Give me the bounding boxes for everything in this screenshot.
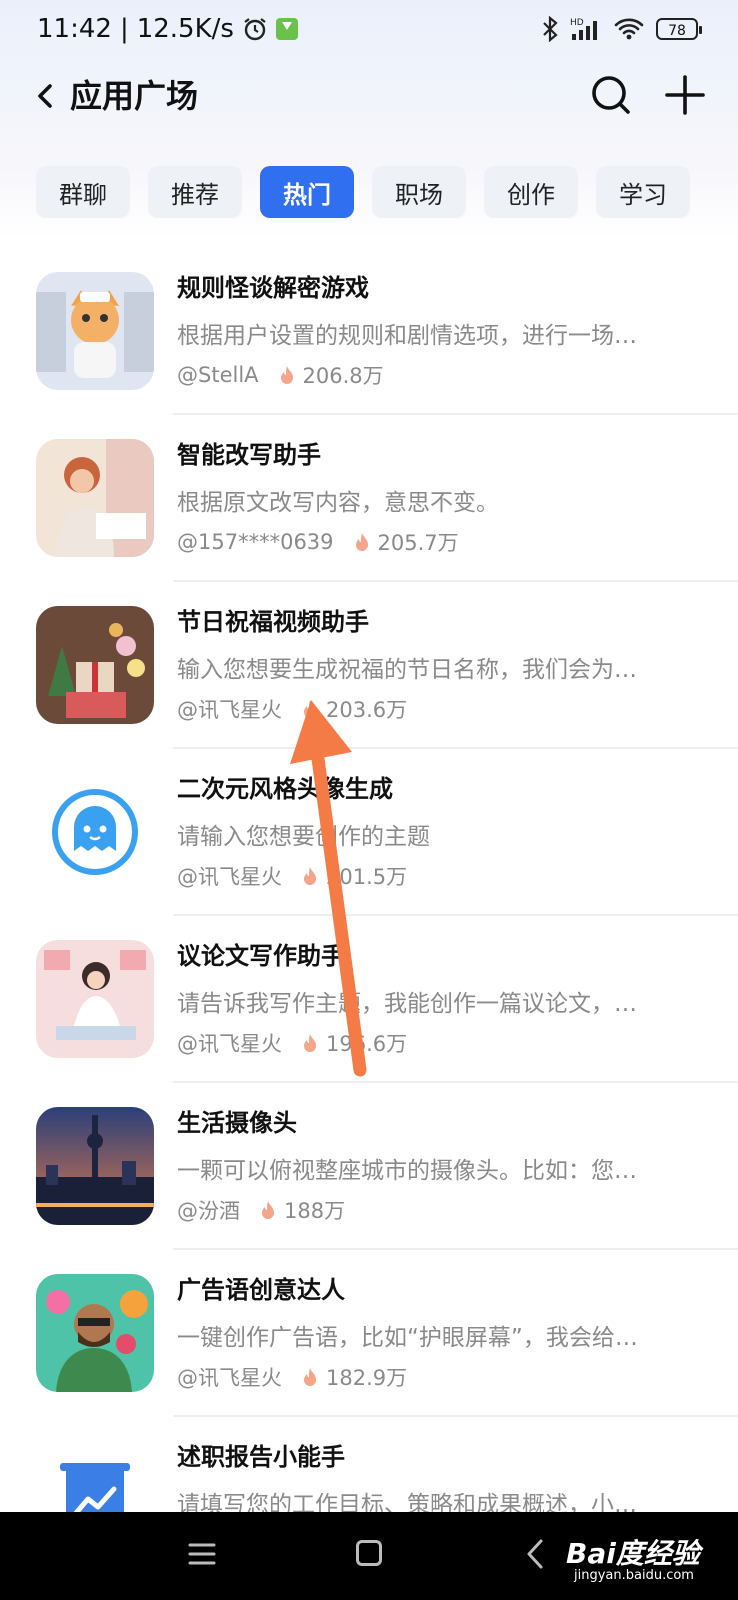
app-author: @讯飞星火 [177,1366,282,1390]
app-description: 请告诉我写作主题，我能创作一篇议论文，… [177,991,637,1017]
app-heat: 201.5万 [326,865,408,889]
app-meta: @汾酒 188万 [177,1195,345,1225]
app-heat: 205.7万 [377,531,459,555]
app-meta: @讯飞星火 203.6万 [177,694,407,724]
app-list: 规则怪谈解密游戏 根据用户设置的规则和剧情选项，进行一场… @StellA 20… [0,248,738,1584]
app-author: @汾酒 [177,1199,240,1223]
flame-icon [262,1201,274,1219]
search-icon[interactable] [588,72,634,118]
app-meta: @讯飞星火 201.5万 [177,861,407,891]
app-description: 一键创作广告语，比如“护眼屏幕”，我会给… [177,1325,638,1351]
app-title: 节日祝福视频助手 [177,608,369,636]
tab-popular[interactable]: 热门 [260,166,354,218]
baidu-watermark: Bai度经验 jingyan.baidu.com [566,1532,716,1588]
nav-back-icon[interactable] [525,1538,545,1570]
app-author: @157****0639 [177,530,334,554]
tab-recommended[interactable]: 推荐 [148,166,242,218]
app-heat: 196.6万 [326,1032,408,1056]
app-heat: 203.6万 [326,698,408,722]
list-item[interactable]: 规则怪谈解密游戏 根据用户设置的规则和剧情选项，进行一场… @StellA 20… [0,248,738,415]
app-meta: @StellA 206.8万 [177,360,384,390]
signal-icon: HD [570,18,597,40]
watermark-brand: Bai度经验 [566,1537,700,1570]
app-heat: 206.8万 [302,364,384,388]
app-thumbnail [36,272,154,390]
app-author: @讯飞星火 [177,698,282,722]
status-net-speed: 12.5K/s [136,14,234,44]
app-thumbnail [36,1274,154,1392]
tab-workplace[interactable]: 职场 [372,166,466,218]
list-item[interactable]: 生活摄像头 一颗可以俯视整座城市的摄像头。比如：您… @汾酒 188万 [0,1083,738,1250]
app-thumbnail [36,773,154,891]
app-heat: 188万 [284,1199,346,1223]
app-author: @StellA [177,363,259,387]
app-title: 述职报告小能手 [177,1443,345,1471]
status-time: 11:42 [37,14,112,44]
app-description: 一颗可以俯视整座城市的摄像头。比如：您… [177,1158,637,1184]
app-thumbnail [36,940,154,1058]
app-title: 广告语创意达人 [177,1276,345,1304]
tab-learning[interactable]: 学习 [596,166,690,218]
app-title: 智能改写助手 [177,441,321,469]
list-item[interactable]: 智能改写助手 根据原文改写内容，意思不变。 @157****0639 205.7… [0,415,738,582]
list-item[interactable]: 节日祝福视频助手 输入您想要生成祝福的节日名称，我们会为… @讯飞星火 203.… [0,582,738,749]
flame-icon [304,700,316,718]
menu-icon[interactable] [188,1542,216,1566]
tab-group-chat[interactable]: 群聊 [36,166,130,218]
flame-icon [280,366,293,384]
watermark-url: jingyan.baidu.com [574,1568,694,1583]
alarm-icon [244,18,266,41]
app-description: 输入您想要生成祝福的节日名称，我们会为… [177,657,637,683]
app-title: 规则怪谈解密游戏 [177,274,369,302]
app-heat: 182.9万 [326,1366,408,1390]
bluetooth-icon [543,16,558,42]
app-title: 议论文写作助手 [177,942,345,970]
app-title: 生活摄像头 [177,1109,297,1137]
back-icon[interactable] [30,76,58,116]
app-author: @讯飞星火 [177,1032,282,1056]
app-title: 二次元风格头像生成 [177,775,393,803]
app-meta: @讯飞星火 196.6万 [177,1028,407,1058]
app-description: 根据原文改写内容，意思不变。 [177,490,499,516]
app-thumbnail [36,439,154,557]
download-notification-icon [275,18,298,40]
app-description: 请输入您想要创作的主题 [177,824,430,850]
flame-icon [304,867,316,885]
flame-icon [304,1034,316,1052]
list-item[interactable]: 二次元风格头像生成 请输入您想要创作的主题 @讯飞星火 201.5万 [0,749,738,916]
app-meta: @157****0639 205.7万 [177,527,459,557]
list-item[interactable]: 广告语创意达人 一键创作广告语，比如“护眼屏幕”，我会给… @讯飞星火 182.… [0,1250,738,1417]
home-icon[interactable] [356,1540,382,1566]
app-author: @讯飞星火 [177,865,282,889]
status-bar: 11:42 | 12.5K/s HD 78 [0,0,738,64]
flame-icon [304,1368,316,1386]
category-tabs: 群聊 推荐 热门 职场 创作 学习 [36,166,690,218]
app-description: 根据用户设置的规则和剧情选项，进行一场… [177,323,637,349]
wifi-icon [614,18,644,40]
page-title: 应用广场 [70,77,199,115]
flame-icon [355,533,368,551]
add-icon[interactable] [662,72,708,118]
list-item[interactable]: 议论文写作助手 请告诉我写作主题，我能创作一篇议论文，… @讯飞星火 196.6… [0,916,738,1083]
app-thumbnail [36,1107,154,1225]
app-thumbnail [36,606,154,724]
header: 应用广场 [0,64,738,128]
system-navigation-bar: Bai度经验 jingyan.baidu.com [0,1512,738,1600]
network-label: HD [570,18,584,28]
app-meta: @讯飞星火 182.9万 [177,1362,407,1392]
battery-indicator: 78 [656,18,702,40]
tab-creation[interactable]: 创作 [484,166,578,218]
